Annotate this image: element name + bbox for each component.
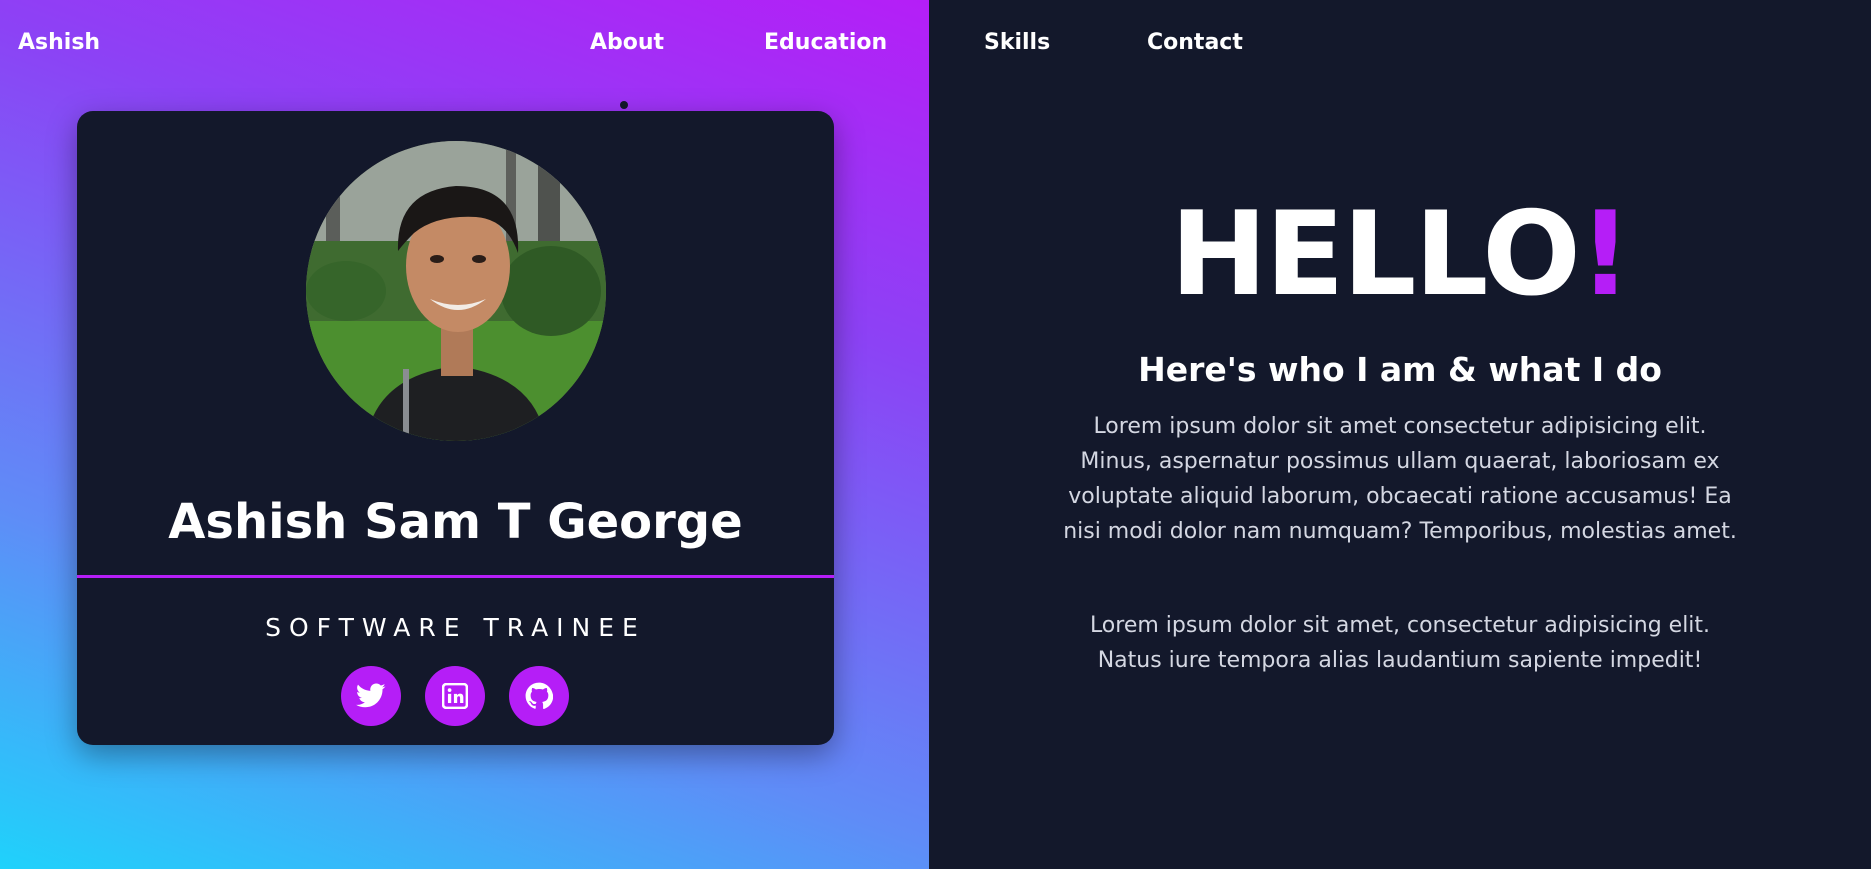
card-divider <box>77 575 834 578</box>
nav-active-indicator <box>620 101 628 109</box>
profile-photo <box>306 141 606 441</box>
hero-greeting: HELLO! <box>929 190 1871 320</box>
hero-exclamation: ! <box>1578 187 1632 322</box>
linkedin-button[interactable] <box>425 666 485 726</box>
brand-logo[interactable]: Ashish <box>18 30 100 55</box>
hero-subheading: Here's who I am & what I do <box>1138 350 1662 389</box>
profile-card: Ashish Sam T George SOFTWARE TRAINEE <box>77 111 834 745</box>
nav-education[interactable]: Education <box>764 30 887 55</box>
nav-about[interactable]: About <box>590 30 664 55</box>
github-button[interactable] <box>509 666 569 726</box>
linkedin-icon <box>442 683 468 709</box>
nav-contact[interactable]: Contact <box>1147 30 1243 55</box>
twitter-icon <box>356 683 386 708</box>
hero-greeting-text: HELLO <box>1170 187 1581 322</box>
twitter-button[interactable] <box>341 666 401 726</box>
nav-skills[interactable]: Skills <box>984 30 1050 55</box>
github-icon <box>525 682 553 709</box>
profile-role: SOFTWARE TRAINEE <box>265 613 646 642</box>
profile-name: Ashish Sam T George <box>168 494 743 550</box>
intro-paragraph-2: Lorem ipsum dolor sit amet, consectetur … <box>1089 613 1711 673</box>
intro-paragraph-1: Lorem ipsum dolor sit amet consectetur a… <box>1063 414 1737 544</box>
social-links <box>341 666 571 726</box>
